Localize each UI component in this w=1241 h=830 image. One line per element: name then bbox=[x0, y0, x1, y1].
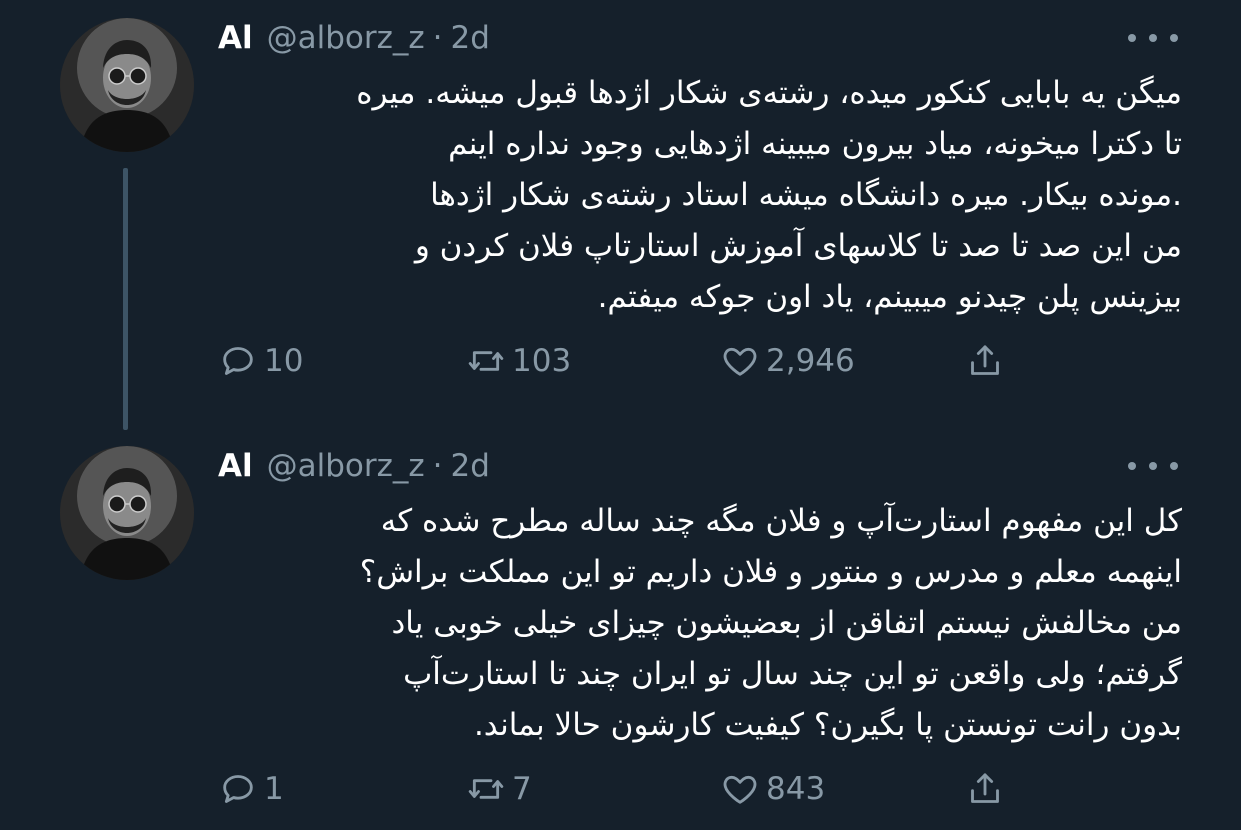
tweet-header: Al @alborz_z · 2d bbox=[218, 18, 490, 58]
retweet-count: 7 bbox=[512, 771, 532, 807]
heart-icon bbox=[720, 341, 760, 381]
timestamp[interactable]: 2d bbox=[451, 20, 490, 56]
retweet-button[interactable]: 7 bbox=[466, 766, 532, 812]
reply-count: 10 bbox=[264, 343, 304, 379]
tweet-text-line: کل این مفهوم استارت‌آپ و فلان مگه چند سا… bbox=[380, 503, 1182, 539]
retweet-icon bbox=[466, 341, 506, 381]
tweet-text-line: اینهمه معلم و مدرس و منتور و فلان داریم … bbox=[359, 554, 1182, 590]
like-count: 2,946 bbox=[766, 343, 855, 379]
display-name[interactable]: Al bbox=[218, 20, 253, 56]
reply-button[interactable]: 10 bbox=[218, 338, 303, 384]
timestamp[interactable]: 2d bbox=[451, 448, 490, 484]
like-button[interactable]: 2,946 bbox=[720, 338, 855, 384]
tweet-text: میگن یه بابایی کنکور میده، رشته‌ی شکار ا… bbox=[210, 68, 1182, 323]
reply-icon bbox=[218, 341, 258, 381]
like-count: 843 bbox=[766, 771, 826, 807]
tweet-text-line: میگن یه بابایی کنکور میده، رشته‌ی شکار ا… bbox=[356, 75, 1182, 111]
tweet-text-line: من این صد تا صد تا کلاسهای آموزش استارتا… bbox=[414, 228, 1182, 264]
tweet[interactable]: Al @alborz_z · 2d میگن یه بابایی کنکور م… bbox=[0, 0, 1241, 430]
tweet-header: Al @alborz_z · 2d bbox=[218, 446, 490, 486]
tweet-text-line: .مونده بیکار. میره دانشگاه میشه استاد رش… bbox=[430, 177, 1182, 213]
separator-dot: · bbox=[432, 448, 443, 484]
reply-count: 1 bbox=[264, 771, 284, 807]
tweet-text: کل این مفهوم استارت‌آپ و فلان مگه چند سا… bbox=[210, 496, 1182, 751]
more-icon[interactable] bbox=[1128, 30, 1178, 46]
tweet-text-line: من مخالفش نیستم اتفاقن از بعضیشون چیزای … bbox=[391, 605, 1183, 641]
share-icon bbox=[965, 769, 1005, 809]
reply-button[interactable]: 1 bbox=[218, 766, 284, 812]
retweet-button[interactable]: 103 bbox=[466, 338, 571, 384]
retweet-icon bbox=[466, 769, 506, 809]
share-icon bbox=[965, 341, 1005, 381]
more-icon[interactable] bbox=[1128, 458, 1178, 474]
like-button[interactable]: 843 bbox=[720, 766, 825, 812]
thread-connector-line bbox=[123, 168, 128, 430]
tweet-text-line: تا دکترا میخونه، میاد بیرون میبینه اژدها… bbox=[448, 126, 1182, 162]
user-handle[interactable]: @alborz_z bbox=[267, 448, 425, 484]
share-button[interactable] bbox=[965, 766, 1005, 812]
avatar[interactable] bbox=[60, 446, 194, 580]
tweet-text-line: گرفتم؛ ولی واقعن تو این چند سال تو ایران… bbox=[403, 656, 1182, 692]
user-handle[interactable]: @alborz_z bbox=[267, 20, 425, 56]
separator-dot: · bbox=[432, 20, 443, 56]
share-button[interactable] bbox=[965, 338, 1005, 384]
tweet-text-line: بیزینس پلن چیدنو میبینم، یاد اون جوکه می… bbox=[597, 279, 1182, 315]
tweet-actions: 10 103 2,946 bbox=[0, 338, 1241, 384]
avatar[interactable] bbox=[60, 18, 194, 152]
tweet-actions: 1 7 843 bbox=[0, 766, 1241, 812]
reply-icon bbox=[218, 769, 258, 809]
retweet-count: 103 bbox=[512, 343, 572, 379]
tweet[interactable]: Al @alborz_z · 2d کل این مفهوم استارت‌آپ… bbox=[0, 440, 1241, 830]
heart-icon bbox=[720, 769, 760, 809]
tweet-text-line: بدون رانت تونستن پا بگیرن؟ کیفیت کارشون … bbox=[473, 707, 1182, 743]
display-name[interactable]: Al bbox=[218, 448, 253, 484]
